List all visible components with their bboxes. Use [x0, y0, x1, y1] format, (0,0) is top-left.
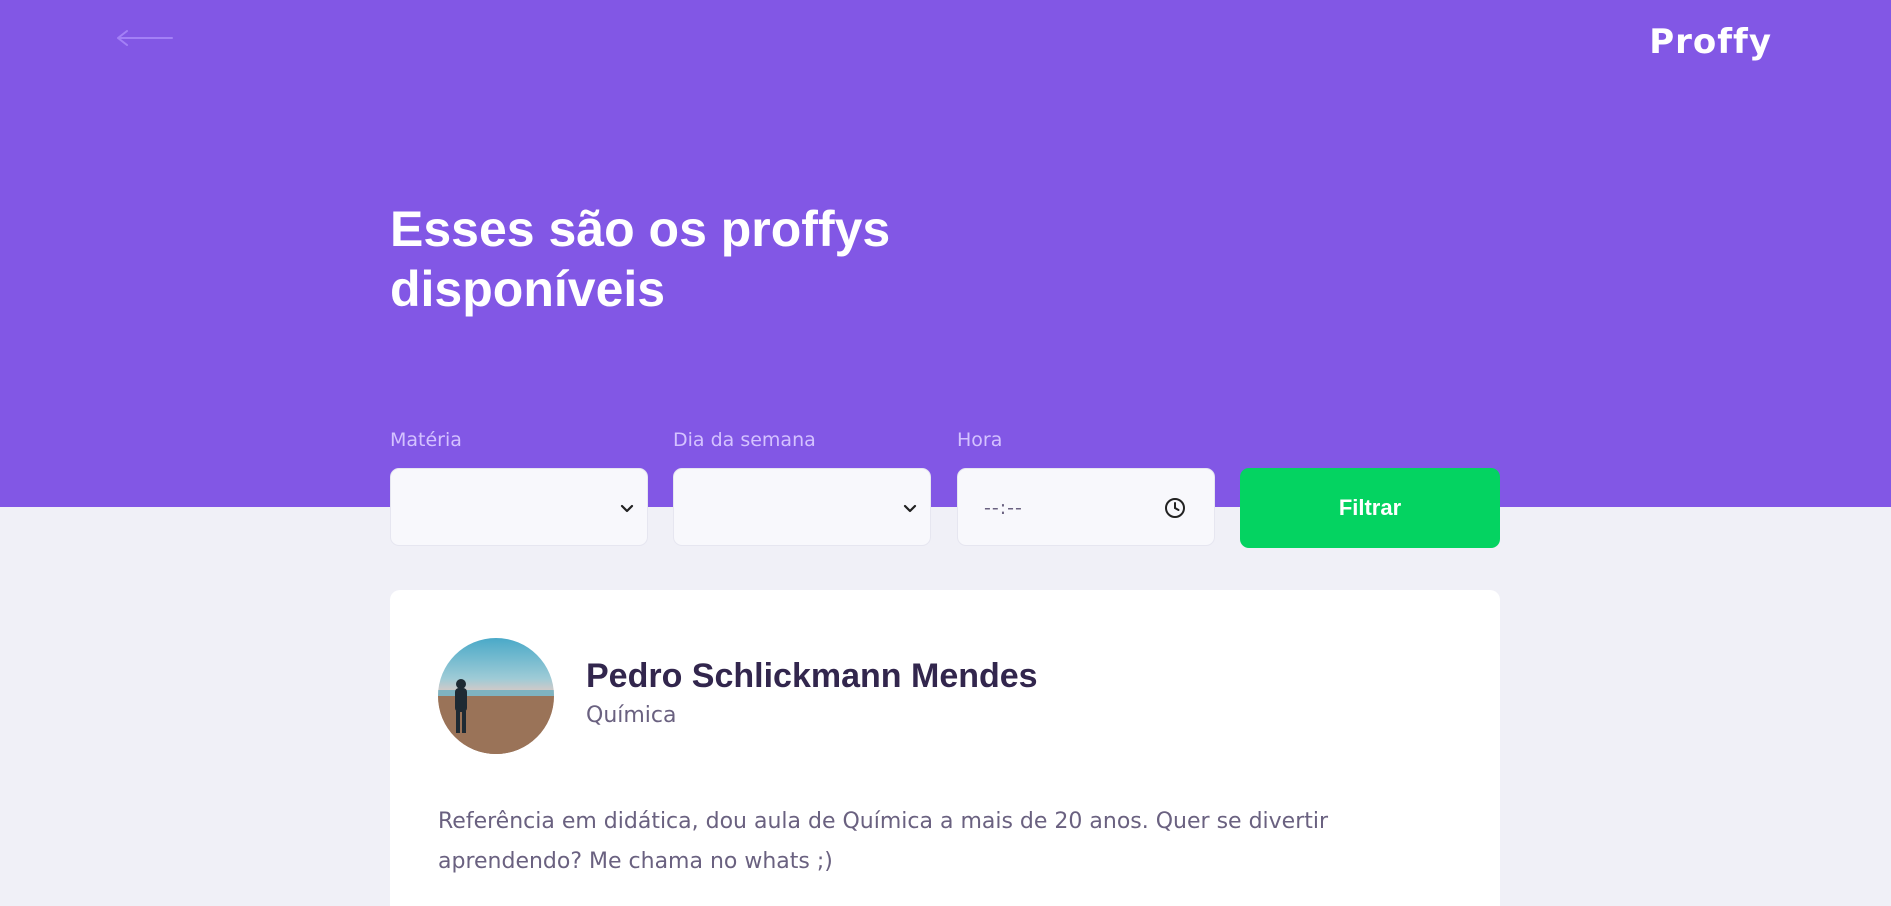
filter-button[interactable]: Filtrar: [1240, 468, 1500, 548]
time-value: --:--: [984, 497, 1023, 519]
teacher-name: Pedro Schlickmann Mendes: [586, 657, 1038, 695]
time-input[interactable]: --:--: [957, 468, 1215, 546]
teacher-subject: Química: [586, 703, 677, 728]
teacher-card: Pedro Schlickmann Mendes Química Referên…: [390, 590, 1500, 906]
weekday-label: Dia da semana: [673, 429, 816, 451]
proffy-logo: Proffy: [1649, 22, 1772, 62]
subject-label: Matéria: [390, 429, 462, 451]
time-label: Hora: [957, 429, 1003, 451]
chevron-down-icon: [620, 504, 634, 513]
weekday-select[interactable]: [673, 468, 931, 546]
page-title: Esses são os proffys disponíveis: [390, 201, 891, 317]
arrow-left-icon: [117, 30, 173, 46]
chevron-down-icon: [903, 504, 917, 513]
back-link[interactable]: [116, 25, 174, 51]
clock-icon[interactable]: [1164, 497, 1186, 519]
avatar: [438, 638, 554, 754]
subject-select[interactable]: [390, 468, 648, 546]
teacher-bio: Referência em didática, dou aula de Quím…: [438, 809, 1329, 874]
